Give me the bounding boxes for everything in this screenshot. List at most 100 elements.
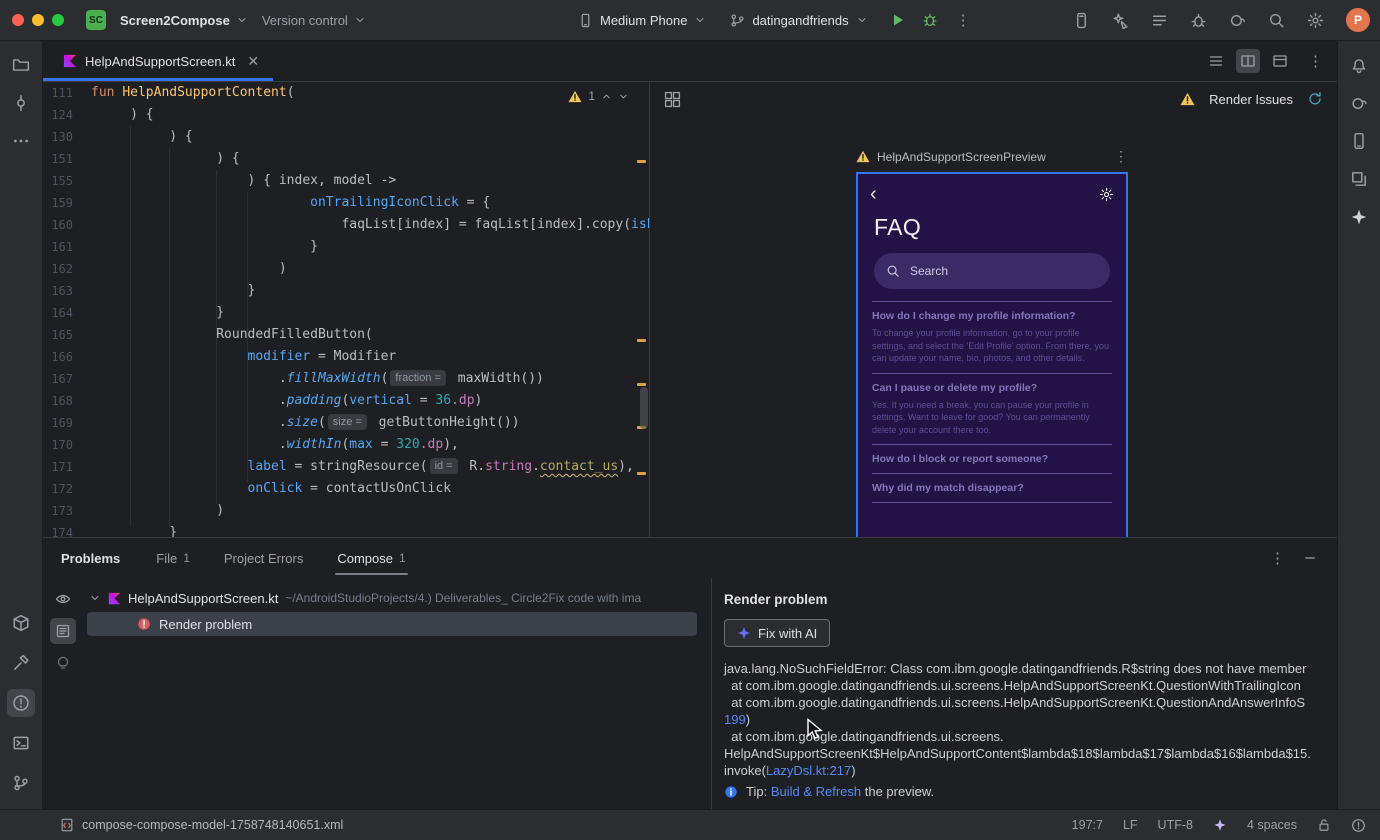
gallery-view-icon[interactable] <box>664 91 681 108</box>
device-manager-icon[interactable] <box>1345 127 1373 155</box>
preview-options-icon[interactable]: ⋮ <box>1114 148 1128 165</box>
editor-tab[interactable]: HelpAndSupportScreen.kt ✕ <box>43 41 274 81</box>
gradle-sync-icon[interactable] <box>1229 12 1246 29</box>
code-line[interactable]: 162) <box>43 258 649 280</box>
design-view-icon[interactable] <box>1268 49 1292 73</box>
statusbar-file[interactable]: compose-compose-model-1758748140651.xml <box>60 818 343 832</box>
code-line[interactable]: 169 .size(size = getButtonHeight()) <box>43 412 649 434</box>
code-line[interactable]: 111 fun HelpAndSupportContent( <box>43 82 649 104</box>
inspection-widget[interactable]: 1 <box>568 89 629 103</box>
run-button[interactable] <box>890 12 906 28</box>
chevron-up-icon[interactable] <box>601 91 612 102</box>
project-folder-icon[interactable] <box>7 51 35 79</box>
code-line[interactable]: 130) { <box>43 126 649 148</box>
code-line[interactable]: 161} <box>43 236 649 258</box>
editor-scrollbar[interactable] <box>640 387 648 429</box>
code-line[interactable]: 159 onTrailingIconClick = { <box>43 192 649 214</box>
warning-stripe-mark[interactable] <box>637 383 646 386</box>
faq-question[interactable]: How do I change my profile information? <box>872 310 1112 322</box>
ai-assistant-icon[interactable] <box>1112 12 1129 29</box>
settings-gear-icon[interactable] <box>1307 12 1324 29</box>
notification-status-icon[interactable] <box>1351 818 1366 833</box>
more-run-options-icon[interactable]: ⋮ <box>956 11 971 29</box>
lightbulb-icon[interactable] <box>50 650 76 676</box>
code-line[interactable]: 167 .fillMaxWidth(fraction = maxWidth()) <box>43 368 649 390</box>
code-line[interactable]: 172 onClick = contactUsOnClick <box>43 478 649 500</box>
hide-panel-icon[interactable] <box>1303 551 1317 565</box>
search-icon[interactable] <box>1268 12 1285 29</box>
fix-with-ai-button[interactable]: Fix with AI <box>724 619 831 647</box>
notifications-bell-icon[interactable] <box>1345 51 1373 79</box>
run-config-selector[interactable]: datingandfriends <box>730 13 867 28</box>
code-line[interactable]: 171 label = stringResource(id = R.string.… <box>43 456 649 478</box>
code-line[interactable]: 163} <box>43 280 649 302</box>
code-line[interactable]: 160 faqList[index] = faqList[index].copy(… <box>43 214 649 236</box>
project-selector[interactable]: Screen2Compose <box>120 13 248 28</box>
device-mirroring-icon[interactable] <box>1073 12 1090 29</box>
build-refresh-link[interactable]: Build & Refresh <box>771 784 861 799</box>
code-editor[interactable]: 111 fun HelpAndSupportContent(124) {130) … <box>43 82 650 537</box>
unlocked-icon[interactable] <box>1317 818 1331 832</box>
code-line[interactable]: 166 modifier = Modifier <box>43 346 649 368</box>
window-zoom-icon[interactable] <box>52 14 64 26</box>
stack-link[interactable]: LazyDsl.kt:217 <box>766 763 851 778</box>
stack-link[interactable]: 199 <box>724 712 746 727</box>
problems-tab-project-errors[interactable]: Project Errors <box>224 538 303 578</box>
code-line[interactable]: 164} <box>43 302 649 324</box>
caret-position[interactable]: 197:7 <box>1072 818 1103 832</box>
panel-options-icon[interactable]: ⋮ <box>1270 549 1285 567</box>
editor-options-icon[interactable]: ⋮ <box>1308 52 1323 70</box>
terminal-icon[interactable] <box>7 729 35 757</box>
preview-eye-icon[interactable] <box>50 586 76 612</box>
code-line[interactable]: 170 .widthIn(max = 320.dp), <box>43 434 649 456</box>
settings-gear-icon[interactable] <box>1099 187 1114 202</box>
code-line[interactable]: 168 .padding(vertical = 36.dp) <box>43 390 649 412</box>
collapse-chevron-icon[interactable] <box>89 592 101 604</box>
vcs-widget[interactable]: Version control <box>262 13 366 28</box>
spark-icon[interactable] <box>1213 818 1227 832</box>
tree-row-render-problem[interactable]: Render problem <box>87 612 697 636</box>
packages-icon[interactable] <box>7 609 35 637</box>
debug-button[interactable] <box>922 12 938 28</box>
preview-name-row[interactable]: HelpAndSupportScreenPreview ⋮ <box>856 148 1128 165</box>
warning-stripe-mark[interactable] <box>637 160 646 163</box>
chevron-down-icon[interactable] <box>618 91 629 102</box>
code-view-icon[interactable] <box>1204 49 1228 73</box>
build-hammer-icon[interactable] <box>7 649 35 677</box>
layout-inspector-icon[interactable] <box>1345 165 1373 193</box>
line-ending[interactable]: LF <box>1123 818 1138 832</box>
refresh-icon[interactable] <box>1307 91 1323 107</box>
faq-question[interactable]: Can I pause or delete my profile? <box>872 382 1112 394</box>
faq-question[interactable]: How do I block or report someone? <box>872 453 1112 465</box>
user-avatar[interactable]: P <box>1346 8 1370 32</box>
indent-setting[interactable]: 4 spaces <box>1247 818 1297 832</box>
structure-lines-icon[interactable] <box>1151 12 1168 29</box>
more-tool-windows-icon[interactable] <box>7 127 35 155</box>
faq-question[interactable]: Why did my match disappear? <box>872 482 1112 494</box>
warning-stripe-mark[interactable] <box>637 339 646 342</box>
render-issues-widget[interactable]: Render Issues <box>1180 91 1323 107</box>
split-view-icon[interactable] <box>1236 49 1260 73</box>
gemini-star-icon[interactable] <box>1345 203 1373 231</box>
code-lines[interactable]: 111 fun HelpAndSupportContent(124) {130) … <box>43 82 649 537</box>
file-encoding[interactable]: UTF-8 <box>1158 818 1193 832</box>
version-control-icon[interactable] <box>7 769 35 797</box>
code-line[interactable]: 173) <box>43 500 649 522</box>
gradle-icon[interactable] <box>1345 89 1373 117</box>
window-minimize-icon[interactable] <box>32 14 44 26</box>
problems-tool-icon[interactable] <box>7 689 35 717</box>
preview-device-frame[interactable]: ‹ FAQ Search How do I change my profile … <box>856 172 1128 537</box>
details-view-icon[interactable] <box>50 618 76 644</box>
warning-stripe-mark[interactable] <box>637 472 646 475</box>
tree-row-file[interactable]: HelpAndSupportScreen.kt ~/AndroidStudioP… <box>83 586 711 610</box>
code-line[interactable]: 165 RoundedFilledButton( <box>43 324 649 346</box>
profiler-bug-icon[interactable] <box>1190 12 1207 29</box>
problems-tab-compose[interactable]: Compose 1 <box>335 538 409 578</box>
window-close-icon[interactable] <box>12 14 24 26</box>
code-line[interactable]: 151) { <box>43 148 649 170</box>
tab-close-icon[interactable]: ✕ <box>247 53 259 70</box>
commit-icon[interactable] <box>7 89 35 117</box>
back-arrow-icon[interactable]: ‹ <box>870 184 877 204</box>
problems-tab-file[interactable]: File 1 <box>156 538 190 578</box>
device-selector[interactable]: Medium Phone <box>578 13 706 28</box>
